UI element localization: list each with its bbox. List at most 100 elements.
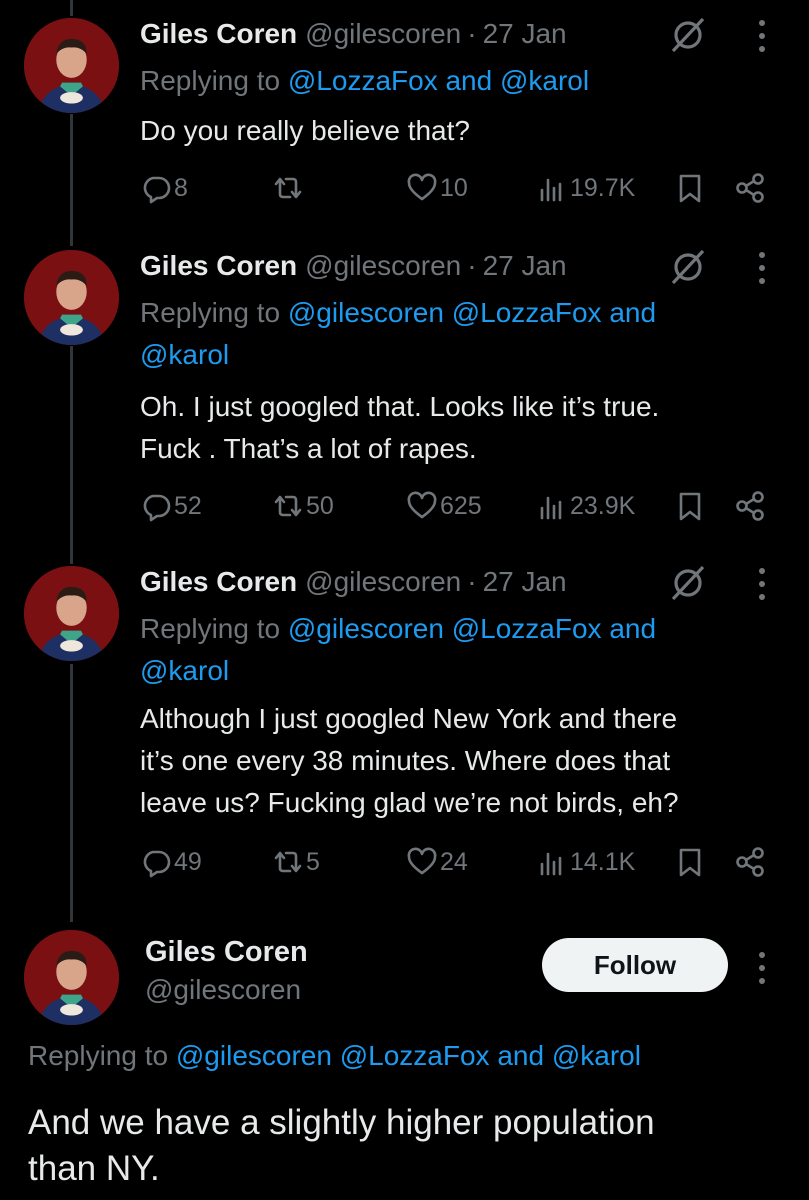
like-button[interactable]: 625 <box>406 486 482 526</box>
tweet-text: Oh. I just googled that. Looks like it’s… <box>140 386 780 470</box>
tweet-text-line: Do you really believe that? <box>140 115 470 146</box>
mention-link[interactable]: @gilescoren <box>288 297 444 328</box>
author-handle[interactable]: @gilescoren <box>305 18 461 50</box>
author-handle[interactable]: @gilescoren <box>305 566 461 598</box>
replying-to-label: Replying to <box>28 1040 169 1071</box>
retweet-button[interactable]: 5 <box>272 842 320 882</box>
follow-button[interactable]: Follow <box>542 938 728 992</box>
author-name[interactable]: Giles Coren <box>140 18 297 50</box>
mention-link[interactable]: @LozzaFox <box>452 297 602 328</box>
mention-link[interactable]: @karol <box>552 1040 641 1071</box>
views-count: 14.1K <box>570 847 636 876</box>
tweet-date[interactable]: 27 Jan <box>483 250 567 282</box>
bookmark-icon[interactable] <box>674 172 706 204</box>
action-bar: 52 50 625 23.9K <box>140 486 780 526</box>
bookmark-icon[interactable] <box>674 846 706 878</box>
retweet-count: 50 <box>306 491 334 520</box>
replying-to: Replying to @gilescoren @LozzaFox and @k… <box>140 608 760 692</box>
grok-icon[interactable] <box>668 565 708 601</box>
retweet-button[interactable] <box>272 168 306 208</box>
retweet-icon <box>274 177 302 199</box>
more-icon[interactable] <box>752 20 772 52</box>
more-icon[interactable] <box>752 568 772 600</box>
tweet-text-line: than NY. <box>28 1149 160 1188</box>
views-icon <box>540 852 562 876</box>
action-bar: 49 5 24 14.1K <box>140 842 780 882</box>
like-button[interactable]: 24 <box>406 842 468 882</box>
tweet-date[interactable]: 27 Jan <box>483 566 567 598</box>
retweet-button[interactable]: 50 <box>272 486 334 526</box>
mention-and[interactable]: and <box>609 297 656 328</box>
replying-to: Replying to @LozzaFox and @karol <box>140 60 760 102</box>
replying-to-label: Replying to <box>140 613 281 644</box>
tweet[interactable]: Giles Coren @gilescoren · 27 Jan Replyin… <box>0 248 809 548</box>
tweet-date[interactable]: 27 Jan <box>483 18 567 50</box>
more-icon[interactable] <box>752 252 772 284</box>
like-button[interactable]: 10 <box>406 168 468 208</box>
mention-link[interactable]: @karol <box>140 650 760 692</box>
mention-and[interactable]: and <box>497 1040 544 1071</box>
tweet-header: Giles Coren @gilescoren · 27 Jan <box>140 16 567 52</box>
heart-icon <box>407 173 437 201</box>
share-icon[interactable] <box>734 846 766 878</box>
mention-link[interactable]: @LozzaFox <box>340 1040 490 1071</box>
mention-and[interactable]: and <box>438 65 500 96</box>
share-icon[interactable] <box>734 490 766 522</box>
heart-icon <box>407 491 437 519</box>
separator-dot: · <box>467 566 477 597</box>
like-count: 625 <box>440 491 482 520</box>
tweet-text: And we have a slightly higher population… <box>28 1100 788 1192</box>
bookmark-icon[interactable] <box>674 490 706 522</box>
avatar[interactable] <box>24 930 119 1025</box>
tweet[interactable]: Giles Coren @gilescoren · 27 Jan Replyin… <box>0 564 809 894</box>
retweet-count: 5 <box>306 847 320 876</box>
reply-button[interactable]: 8 <box>140 168 188 208</box>
reply-button[interactable]: 49 <box>140 842 202 882</box>
like-count: 10 <box>440 173 468 202</box>
reply-count: 8 <box>174 173 188 202</box>
retweet-icon <box>274 495 302 517</box>
like-count: 24 <box>440 847 468 876</box>
views-button[interactable]: 19.7K <box>536 168 635 208</box>
tweet-text-line: Oh. I just googled that. Looks like it’s… <box>140 391 660 422</box>
tweet-text: Although I just googled New York and the… <box>140 698 780 824</box>
separator-dot: · <box>467 250 477 281</box>
author-name[interactable]: Giles Coren <box>145 936 308 969</box>
mention-link[interactable]: @gilescoren <box>288 613 444 644</box>
reply-icon <box>143 850 171 878</box>
mention-link[interactable]: @karol <box>140 334 760 376</box>
more-icon[interactable] <box>752 952 772 984</box>
tweet-header: Giles Coren @gilescoren · 27 Jan <box>140 564 567 600</box>
views-button[interactable]: 23.9K <box>536 486 635 526</box>
tweet-text: Do you really believe that? <box>140 110 780 152</box>
thread-line <box>70 0 73 16</box>
replying-to-label: Replying to <box>140 65 281 96</box>
mention-and[interactable]: and <box>609 613 656 644</box>
avatar[interactable] <box>24 18 119 113</box>
tweet[interactable]: Giles Coren @gilescoren · 27 Jan Replyin… <box>0 16 809 216</box>
reply-count: 52 <box>174 491 202 520</box>
author-handle[interactable]: @gilescoren <box>305 250 461 282</box>
tweet-text-line: And we have a slightly higher population <box>28 1103 655 1142</box>
grok-icon[interactable] <box>668 17 708 53</box>
avatar[interactable] <box>24 250 119 345</box>
separator-dot: · <box>467 18 477 49</box>
avatar[interactable] <box>24 566 119 661</box>
replying-to: Replying to @gilescoren @LozzaFox and @k… <box>140 292 760 376</box>
replying-to: Replying to @gilescoren @LozzaFox and @k… <box>28 1040 641 1072</box>
reply-button[interactable]: 52 <box>140 486 202 526</box>
views-icon <box>540 496 562 520</box>
mention-link[interactable]: @karol <box>500 65 589 96</box>
mention-link[interactable]: @LozzaFox <box>288 65 438 96</box>
author-name[interactable]: Giles Coren <box>140 250 297 282</box>
grok-icon[interactable] <box>668 249 708 285</box>
views-button[interactable]: 14.1K <box>536 842 635 882</box>
author-name[interactable]: Giles Coren <box>140 566 297 598</box>
share-icon[interactable] <box>734 172 766 204</box>
mention-link[interactable]: @LozzaFox <box>452 613 602 644</box>
author-handle[interactable]: @gilescoren <box>145 974 301 1006</box>
mention-link[interactable]: @gilescoren <box>176 1040 332 1071</box>
